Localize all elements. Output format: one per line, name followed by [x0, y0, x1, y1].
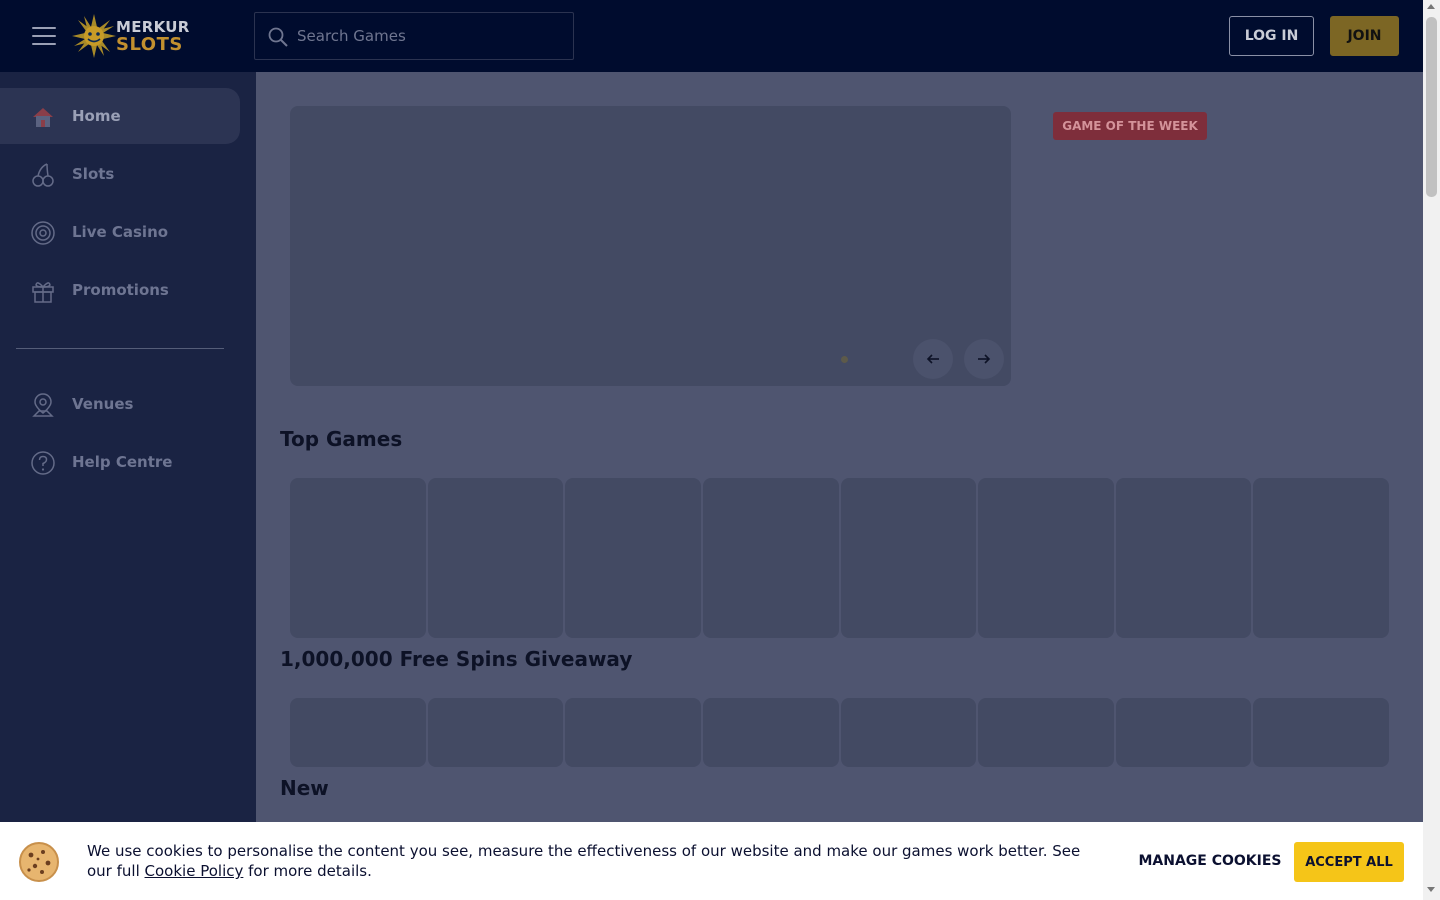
sidebar-item-promotions[interactable]: Promotions	[0, 262, 240, 318]
roulette-icon	[31, 221, 55, 245]
cookie-banner: We use cookies to personalise the conten…	[0, 822, 1423, 900]
game-tile[interactable]	[702, 478, 839, 638]
sidebar-item-label: Venues	[72, 395, 134, 413]
game-tile[interactable]	[1115, 698, 1252, 767]
login-button[interactable]: LOG IN	[1229, 16, 1314, 56]
search-input[interactable]	[295, 13, 565, 59]
sidebar-item-label: Help Centre	[72, 453, 173, 471]
sun-logo-icon	[72, 14, 116, 58]
scroll-down-arrow-icon[interactable]	[1427, 887, 1435, 892]
sidebar: Home Slots Live Casino Promotions Venues…	[0, 72, 256, 900]
sidebar-item-label: Live Casino	[72, 223, 169, 241]
menu-icon[interactable]	[32, 26, 56, 46]
main-content: GAME OF THE WEEK Top Games 1,000,000 Fre…	[256, 72, 1423, 900]
sidebar-item-label: Slots	[72, 165, 115, 183]
game-tile[interactable]	[565, 698, 701, 767]
section-title-new: New	[280, 776, 329, 800]
game-tile[interactable]	[1253, 478, 1389, 638]
cherries-icon	[32, 163, 54, 187]
sidebar-item-slots[interactable]: Slots	[0, 146, 240, 202]
question-circle-icon	[31, 451, 55, 475]
cookie-message: We use cookies to personalise the conten…	[87, 841, 1087, 881]
top-games-row	[290, 478, 1389, 638]
scroll-thumb[interactable]	[1426, 17, 1437, 197]
arrow-right-icon	[978, 354, 991, 364]
gift-icon	[32, 282, 54, 303]
scroll-up-arrow-icon[interactable]	[1427, 4, 1435, 9]
game-of-the-week-badge: GAME OF THE WEEK	[1053, 112, 1207, 140]
cookie-message-suffix: for more details.	[243, 862, 372, 880]
sidebar-item-help-centre[interactable]: Help Centre	[0, 434, 240, 490]
game-tile[interactable]	[565, 478, 701, 638]
carousel-prev-button[interactable]	[913, 339, 953, 379]
sidebar-divider	[16, 348, 224, 349]
carousel-dot[interactable]	[841, 356, 848, 363]
cookie-icon	[19, 842, 59, 882]
home-icon	[33, 108, 53, 127]
sidebar-item-home[interactable]: Home	[0, 88, 240, 144]
game-tile[interactable]	[1253, 698, 1389, 767]
logo[interactable]: MERKUR SLOTS	[72, 14, 189, 58]
cookie-policy-link[interactable]: Cookie Policy	[145, 862, 244, 880]
join-button[interactable]: JOIN	[1330, 16, 1399, 56]
accept-all-button[interactable]: ACCEPT ALL	[1294, 842, 1404, 882]
game-tile[interactable]	[427, 698, 564, 767]
hero-carousel[interactable]	[290, 106, 1011, 386]
game-tile[interactable]	[1115, 478, 1252, 638]
game-tile[interactable]	[840, 698, 977, 767]
search-icon[interactable]	[267, 26, 289, 48]
sidebar-item-live-casino[interactable]: Live Casino	[0, 204, 240, 260]
game-tile[interactable]	[702, 698, 839, 767]
game-tile[interactable]	[978, 478, 1114, 638]
game-tile[interactable]	[978, 698, 1114, 767]
sidebar-item-label: Promotions	[72, 281, 169, 299]
top-header: MERKUR SLOTS LOG IN JOIN	[0, 0, 1423, 72]
sidebar-item-label: Home	[72, 107, 121, 125]
sidebar-item-venues[interactable]: Venues	[0, 376, 240, 432]
map-pin-icon	[32, 393, 54, 417]
logo-text-slots: SLOTS	[116, 34, 183, 55]
game-tile[interactable]	[427, 478, 564, 638]
free-spins-row	[290, 698, 1389, 767]
game-tile[interactable]	[290, 478, 426, 638]
arrow-left-icon	[926, 354, 939, 364]
section-title-free-spins: 1,000,000 Free Spins Giveaway	[280, 647, 633, 671]
game-tile[interactable]	[840, 478, 977, 638]
page-scrollbar[interactable]	[1423, 0, 1440, 900]
search-box[interactable]	[254, 12, 574, 60]
section-title-top-games: Top Games	[280, 427, 403, 451]
game-tile[interactable]	[290, 698, 426, 767]
manage-cookies-button[interactable]: MANAGE COOKIES	[1130, 842, 1290, 880]
carousel-next-button[interactable]	[964, 339, 1004, 379]
